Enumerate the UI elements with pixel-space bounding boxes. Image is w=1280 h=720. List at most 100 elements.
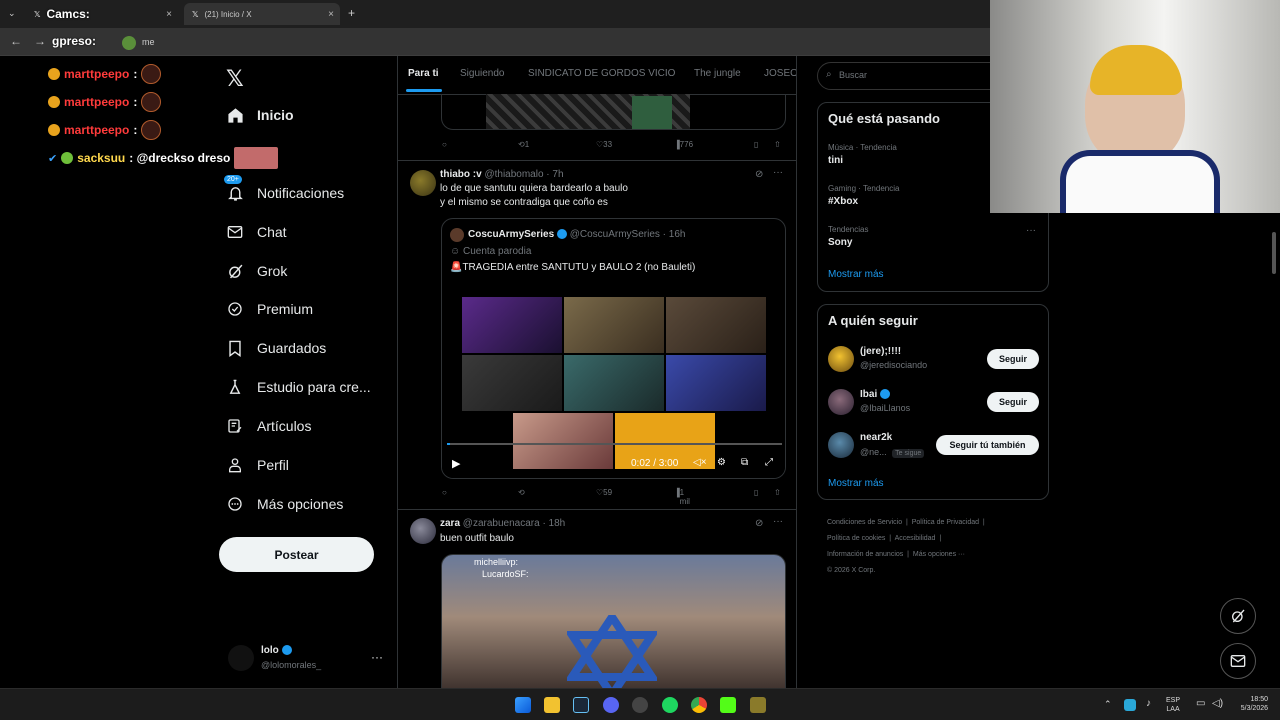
nav-grok[interactable]: Grok: [226, 253, 287, 289]
tab-list-1[interactable]: SINDICATO DE GORDOS VICIO: [528, 68, 675, 79]
tab-for-you[interactable]: Para ti: [408, 68, 439, 79]
post-author-row[interactable]: zara @zarabuenacara · 18h: [440, 517, 565, 531]
play-icon[interactable]: ▶: [452, 457, 460, 470]
grok-icon[interactable]: ⊘: [755, 169, 763, 180]
kick-icon[interactable]: [720, 697, 736, 713]
messages-fab[interactable]: [1220, 643, 1256, 679]
tab-list-2[interactable]: The jungle: [694, 68, 741, 79]
nav-articles[interactable]: Artículos: [226, 408, 311, 444]
footer-link[interactable]: Condiciones de Servicio: [827, 519, 902, 526]
tray-app-icon[interactable]: [1124, 699, 1136, 711]
video-progress[interactable]: [447, 443, 782, 445]
views-icon[interactable]: ▐ 776: [674, 140, 693, 149]
show-more-link[interactable]: Mostrar más: [828, 478, 884, 489]
trend-more-icon[interactable]: ···: [1026, 225, 1036, 236]
like-icon[interactable]: ♡ 59: [596, 488, 612, 497]
nav-premium[interactable]: Premium: [226, 291, 313, 327]
avatar[interactable]: [410, 170, 436, 196]
grok-icon[interactable]: ⊘: [755, 518, 763, 529]
avatar[interactable]: [828, 432, 854, 458]
post-text: buen outfit baulo: [440, 533, 514, 544]
footer-link[interactable]: Política de cookies: [827, 535, 885, 542]
follow-button[interactable]: Seguir: [987, 392, 1039, 412]
post-more-icon[interactable]: ···: [773, 167, 783, 178]
close-icon[interactable]: ×: [166, 9, 172, 20]
file-explorer-icon[interactable]: [544, 697, 560, 713]
retweet-icon[interactable]: ⟲: [518, 488, 525, 497]
close-icon[interactable]: ×: [328, 9, 334, 20]
nav-profile[interactable]: Perfil: [226, 447, 289, 483]
new-tab-icon[interactable]: +: [348, 6, 355, 20]
reply-icon[interactable]: ○: [442, 488, 447, 497]
browser-tab-1[interactable]: 𝕏 Camcs: ×: [26, 3, 178, 25]
nav-notifications[interactable]: 20+ Notificaciones: [224, 175, 344, 211]
grok-fab[interactable]: [1220, 598, 1256, 634]
account-name-row[interactable]: lolo: [261, 645, 292, 656]
language-indicator[interactable]: ESP LAA: [1166, 696, 1180, 714]
mic-icon[interactable]: ♪: [1146, 699, 1151, 709]
bookmark-icon[interactable]: ▯: [754, 140, 758, 149]
retweet-icon[interactable]: ⟲ 1: [518, 140, 529, 149]
account-more-icon[interactable]: ···: [371, 650, 383, 664]
bookmark-icon[interactable]: ▯: [754, 488, 758, 497]
follow-name[interactable]: near2k: [860, 432, 892, 443]
post-button[interactable]: Postear: [219, 537, 374, 572]
follow-back-button[interactable]: Seguir tú también: [936, 435, 1039, 455]
gear-icon[interactable]: ⚙: [717, 457, 726, 468]
address-text[interactable]: gpreso:: [52, 34, 96, 48]
steam-icon[interactable]: [573, 697, 589, 713]
nav-chat[interactable]: Chat: [226, 214, 287, 250]
chrome-icon[interactable]: [691, 697, 707, 713]
quote-tweet[interactable]: CoscuArmySeries @CoscuArmySeries · 16h ☺…: [441, 218, 786, 479]
post-image[interactable]: michelliivp: LucardoSF:: [441, 554, 786, 688]
account-avatar[interactable]: [228, 645, 254, 671]
nav-home[interactable]: Inicio: [226, 97, 294, 133]
pip-icon[interactable]: ⧉: [741, 457, 748, 468]
spotify-icon[interactable]: [662, 697, 678, 713]
windows-start-icon[interactable]: [515, 697, 531, 713]
discord-icon[interactable]: [603, 697, 619, 713]
nav-more[interactable]: Más opciones: [226, 486, 343, 522]
back-icon[interactable]: ←: [10, 34, 22, 48]
footer-link[interactable]: Accesibilidad: [895, 535, 936, 542]
like-icon[interactable]: ♡ 33: [596, 140, 612, 149]
mute-icon[interactable]: ◁×: [693, 457, 707, 468]
share-icon[interactable]: ⇧: [774, 140, 781, 149]
tab-list-3[interactable]: JOSEO: [764, 68, 796, 79]
avatar[interactable]: [410, 518, 436, 544]
trend-item[interactable]: Gaming · Tendencia #Xbox: [828, 184, 899, 207]
post-more-icon[interactable]: ···: [773, 516, 783, 527]
follow-name[interactable]: (jere);!!!!: [860, 346, 901, 357]
chevron-down-icon[interactable]: ⌄: [8, 8, 16, 19]
follow-name-row[interactable]: Ibai: [860, 389, 891, 400]
video-player[interactable]: ▶ 0:02 / 3:00 ◁× ⚙ ⧉ ⤢: [442, 289, 785, 478]
post-image[interactable]: [441, 94, 786, 130]
nav-creator-studio[interactable]: Estudio para cre...: [226, 369, 371, 405]
nav-bookmarks[interactable]: Guardados: [226, 330, 326, 366]
network-icon[interactable]: ▭: [1196, 699, 1205, 709]
follow-button[interactable]: Seguir: [987, 349, 1039, 369]
trend-item[interactable]: Tendencias Sony: [828, 225, 868, 248]
x-logo-icon[interactable]: 𝕏: [226, 66, 244, 92]
tab-following[interactable]: Siguiendo: [460, 68, 504, 79]
volume-icon[interactable]: ◁): [1212, 699, 1223, 709]
browser-tab-2[interactable]: 𝕏 (21) Inicio / X ×: [184, 3, 340, 25]
clock[interactable]: 18:50 5/3/2026: [1232, 695, 1268, 713]
footer-link[interactable]: Política de Privacidad: [912, 519, 979, 526]
app-icon[interactable]: [750, 697, 766, 713]
forward-icon[interactable]: →: [34, 34, 46, 48]
avatar[interactable]: [828, 389, 854, 415]
chevron-up-icon[interactable]: ⌃: [1104, 700, 1112, 709]
app-icon[interactable]: [632, 697, 648, 713]
avatar[interactable]: [828, 346, 854, 372]
post-author-row[interactable]: thiabo :v @thiabomalo · 7h: [440, 168, 564, 182]
show-more-link[interactable]: Mostrar más: [828, 269, 884, 280]
fullscreen-icon[interactable]: ⤢: [765, 457, 773, 468]
reply-icon[interactable]: ○: [442, 140, 447, 149]
scrollbar[interactable]: [1272, 232, 1276, 274]
trend-item[interactable]: Música · Tendencia tini: [828, 143, 897, 166]
views-icon[interactable]: ▐ 1 mil: [674, 488, 690, 506]
share-icon[interactable]: ⇧: [774, 488, 781, 497]
footer-link[interactable]: Más opciones ···: [913, 551, 965, 558]
footer-link[interactable]: Información de anuncios: [827, 551, 903, 558]
